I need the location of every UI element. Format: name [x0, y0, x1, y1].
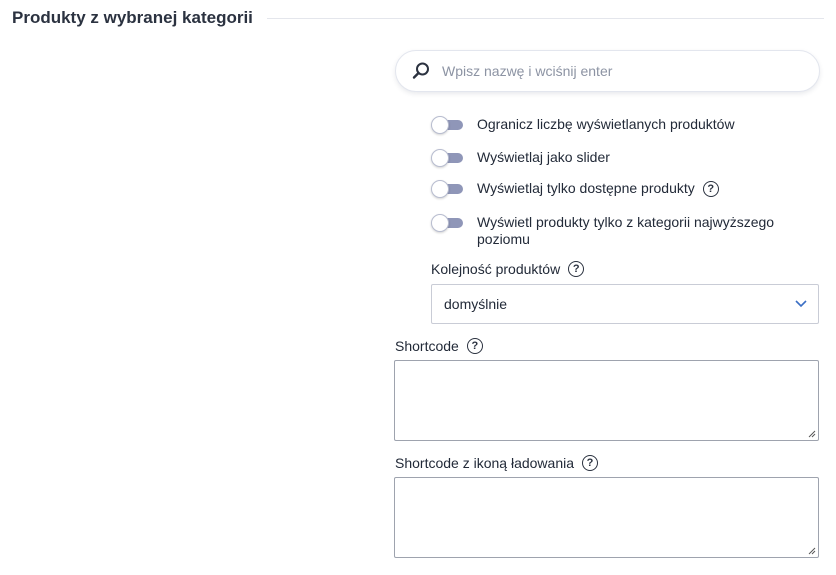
shortcode-textarea[interactable]: [394, 360, 819, 441]
shortcode-loading-label: Shortcode z ikoną ładowania ?: [395, 455, 599, 471]
slider-toggle[interactable]: [431, 149, 463, 167]
toggle-row-available-only[interactable]: Wyświetlaj tylko dostępne produkty?: [431, 180, 719, 198]
toggle-row-top-level-category[interactable]: Wyświetl produkty tylko z kategorii najw…: [431, 214, 811, 248]
toggle-row-limit-products[interactable]: Ogranicz liczbę wyświetlanych produktów: [431, 116, 735, 134]
available-only-toggle[interactable]: [431, 180, 463, 198]
toggle-label: Wyświetlaj jako slider: [477, 149, 610, 165]
help-icon[interactable]: ?: [582, 455, 599, 471]
shortcode-label: Shortcode ?: [395, 338, 483, 354]
top-level-category-toggle[interactable]: [431, 214, 463, 232]
resize-handle-icon[interactable]: [808, 430, 816, 438]
search-icon[interactable]: [410, 60, 432, 82]
shortcode-loading-textarea[interactable]: [394, 477, 819, 558]
section-title: Produkty z wybranej kategorii: [12, 8, 253, 27]
help-icon[interactable]: ?: [466, 338, 483, 354]
section-divider: [266, 17, 824, 19]
search-input[interactable]: [442, 63, 802, 79]
toggle-label: Wyświetlaj tylko dostępne produkty?: [477, 180, 719, 198]
order-select[interactable]: domyślnie: [431, 284, 819, 324]
resize-handle-icon[interactable]: [808, 547, 816, 555]
toggle-row-slider[interactable]: Wyświetlaj jako slider: [431, 149, 610, 167]
toggle-label: Ogranicz liczbę wyświetlanych produktów: [477, 116, 735, 132]
toggle-label: Wyświetl produkty tylko z kategorii najw…: [477, 214, 775, 247]
help-icon[interactable]: ?: [568, 261, 585, 277]
order-label: Kolejność produktów ?: [431, 261, 585, 277]
search-box[interactable]: [395, 50, 820, 92]
order-select-value: domyślnie: [444, 296, 508, 312]
help-icon[interactable]: ?: [702, 181, 719, 198]
limit-products-toggle[interactable]: [431, 116, 463, 134]
chevron-down-icon: [794, 297, 808, 311]
section-header: Produkty z wybranej kategorii: [12, 6, 824, 30]
